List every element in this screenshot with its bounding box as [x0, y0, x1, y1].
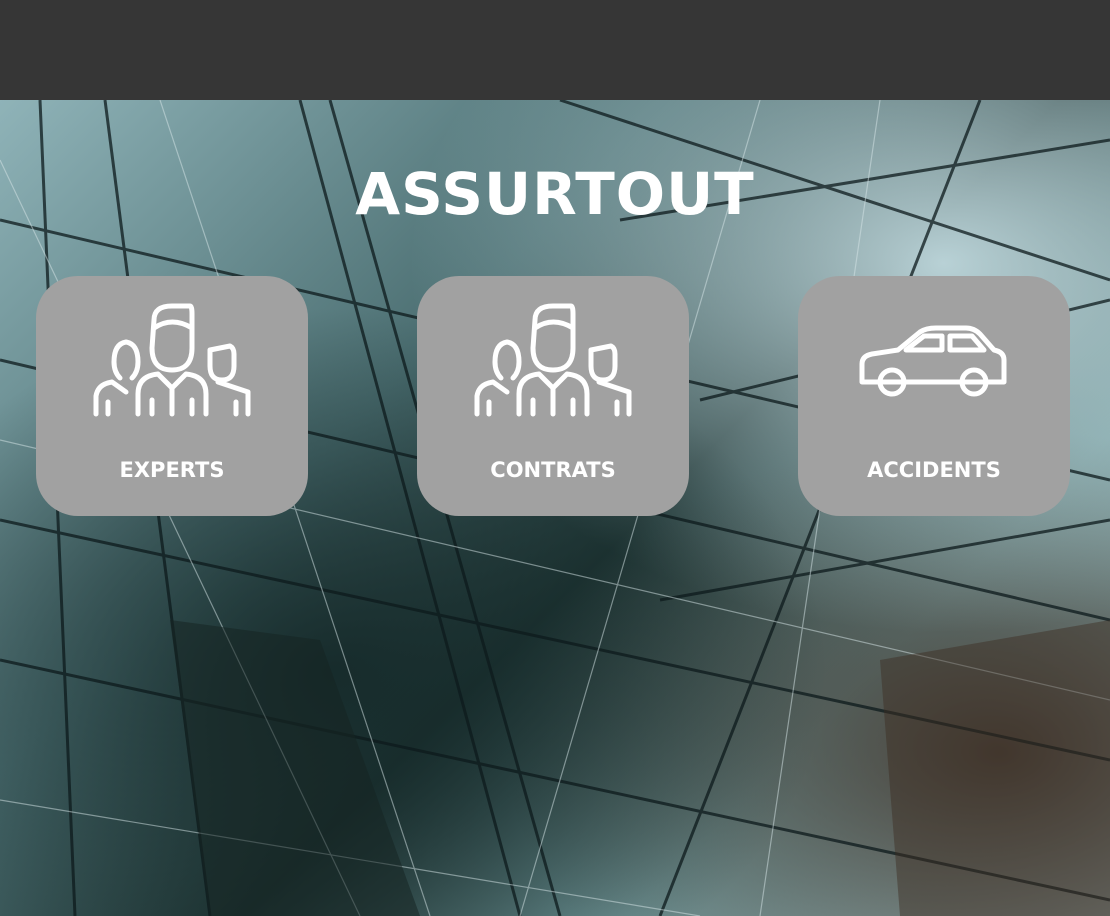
card-label-experts: EXPERTS	[119, 458, 225, 482]
page-title: ASSURTOUT	[355, 160, 755, 228]
card-accidents[interactable]: ACCIDENTS	[798, 276, 1070, 516]
card-label-accidents: ACCIDENTS	[867, 458, 1001, 482]
people-group-icon	[93, 303, 251, 417]
card-contrats[interactable]: CONTRATS	[417, 276, 689, 516]
people-group-icon	[474, 303, 632, 417]
card-experts[interactable]: EXPERTS	[36, 276, 308, 516]
card-label-contrats: CONTRATS	[490, 458, 616, 482]
car-icon	[859, 325, 1007, 397]
top-bar	[0, 0, 1110, 100]
